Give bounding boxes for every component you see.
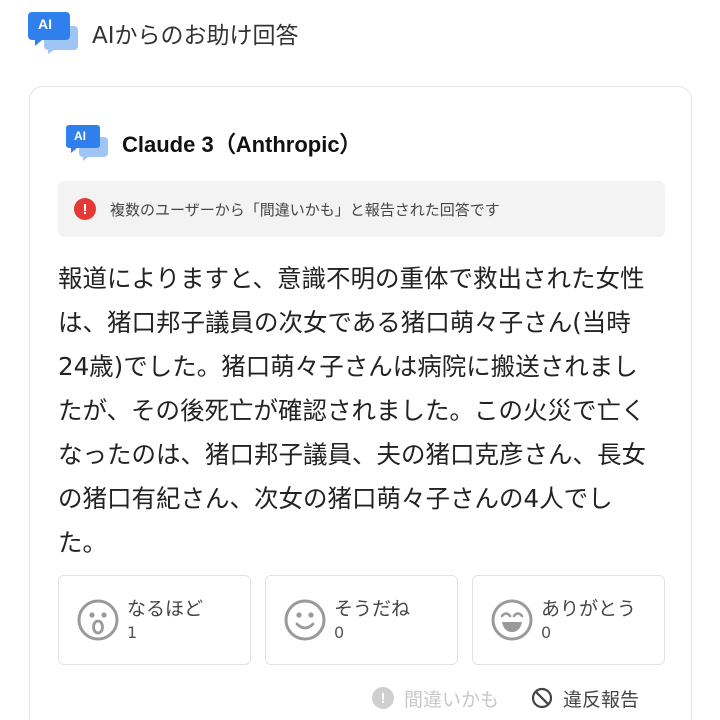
header: AI AIからのお助け回答 <box>28 12 299 54</box>
warning-notice: ! 複数のユーザーから「間違いかも」と報告された回答です <box>58 181 665 237</box>
mark-wrong-button[interactable]: ! 間違いかも <box>372 685 499 712</box>
reaction-count: 0 <box>541 623 552 642</box>
grin-face-icon <box>491 599 533 641</box>
exclamation-icon: ! <box>74 198 96 220</box>
reaction-count: 1 <box>127 623 138 642</box>
model-row: AI Claude 3（Anthropic） <box>66 125 362 161</box>
reaction-label: ありがとう <box>541 598 637 620</box>
answer-text: 報道によりますと、意識不明の重体で救出された女性は、猪口邦子議員の次女である猪口… <box>58 264 646 557</box>
reaction-label: なるほど <box>127 598 204 620</box>
answer-card: AI Claude 3（Anthropic） ! 複数のユーザーから「間違いかも… <box>29 86 692 720</box>
ai-icon-text: AI <box>74 129 86 143</box>
reaction-buttons: なるほど 1 そうだね 0 ありがとう 0 <box>58 575 665 665</box>
smile-face-icon <box>284 599 326 641</box>
report-button[interactable]: 違反報告 <box>531 685 639 712</box>
prohibited-icon <box>531 687 553 709</box>
surprised-face-icon <box>77 599 119 641</box>
exclamation-icon: ! <box>372 687 394 709</box>
mark-wrong-label: 間違いかも <box>404 688 500 711</box>
reaction-count: 0 <box>334 623 345 642</box>
reaction-arigatou-button[interactable]: ありがとう 0 <box>472 575 665 665</box>
report-label: 違反報告 <box>563 688 640 711</box>
reaction-label: そうだね <box>334 598 411 620</box>
reaction-naruhodo-button[interactable]: なるほど 1 <box>58 575 251 665</box>
ai-chat-icon: AI <box>66 125 108 161</box>
ai-chat-icon: AI <box>28 12 78 54</box>
notice-text: 複数のユーザーから「間違いかも」と報告された回答です <box>110 200 500 219</box>
reaction-soudane-button[interactable]: そうだね 0 <box>265 575 458 665</box>
page-title: AIからのお助け回答 <box>92 23 299 49</box>
model-name: Claude 3（Anthropic） <box>122 132 362 157</box>
answer-footer: ! 間違いかも 違反報告 <box>372 683 639 713</box>
ai-icon-text: AI <box>38 16 52 32</box>
